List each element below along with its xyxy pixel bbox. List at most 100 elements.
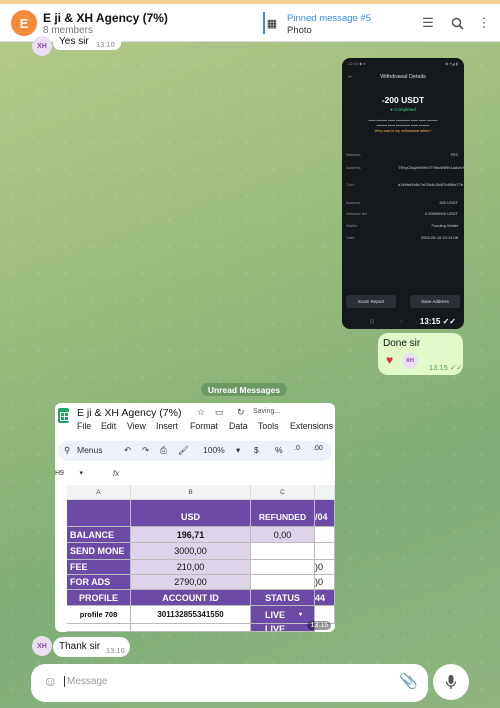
unread-messages-divider: Unread Messages — [201, 383, 287, 396]
detail-row: Amount 200 USDT — [346, 200, 458, 205]
attach-icon[interactable]: 📎 — [399, 672, 418, 690]
zoom-dropdown-icon: ▾ — [236, 445, 241, 455]
save-address-button: Save Address — [410, 295, 460, 308]
sheet-menu-item: Format — [190, 421, 218, 431]
sheet-menu-item: Insert — [156, 421, 179, 431]
row-label: FOR ADS — [67, 575, 131, 590]
emoji-icon[interactable]: ☺ — [43, 673, 57, 689]
sheet-title: E ji & XH Agency (7%) — [77, 407, 182, 419]
folder-icon: ▭ — [215, 407, 224, 417]
group-avatar[interactable]: E — [11, 10, 37, 36]
phone-nav-icon: ||| — [370, 319, 374, 325]
microphone-button[interactable] — [433, 664, 469, 700]
photo-time: 13:15 ✓✓ — [419, 317, 456, 326]
spreadsheet-screenshot[interactable]: E ji & XH Agency (7%) ☆ ▭ ↻ Saving... Fi… — [55, 403, 335, 632]
message-text: Done sir — [383, 338, 421, 349]
account-id-cell: 301132855341550 — [131, 606, 251, 624]
withdraw-note: ▬▬ ▬▬▬ ▬▬ ▬▬▬▬ ▬▬ ▬▬ ▬▬▬ ▬▬▬ ▬▬ ▬▬▬▬ ▬▬ ▬… — [368, 118, 438, 127]
sheet-cell — [251, 575, 315, 590]
phone-title: Withdrawal Details — [380, 74, 426, 80]
percent-icon: % — [275, 445, 283, 455]
fee-value: 210,00 — [131, 560, 251, 575]
message-time: 13:16 — [106, 646, 125, 655]
column-header: B — [131, 485, 251, 500]
detail-row: Date 2025-05-16 10:14:08 — [346, 235, 458, 240]
sheet-cell: /04 — [315, 500, 335, 527]
search-icon[interactable] — [449, 15, 465, 31]
photo-time: 13:15 — [307, 621, 331, 630]
for-ads-value: 2790,00 — [131, 575, 251, 590]
status-chip: LIVE ▾ — [251, 606, 315, 624]
message-bubble[interactable]: Yes sir 13:10 — [53, 36, 121, 50]
column-header — [315, 485, 335, 500]
search-icon: ⚲ — [64, 445, 71, 455]
row-label: BALANCE — [67, 527, 131, 543]
sheet-menu-item: View — [127, 421, 146, 431]
sheet-menu-item: Edit — [101, 421, 117, 431]
message-bubble[interactable]: Thank sir 13:16 — [53, 637, 130, 657]
account-id-header: ACCOUNT ID — [131, 590, 251, 606]
redo-icon: ↷ — [142, 445, 150, 455]
detail-row: Wallet Funding Wallet — [346, 223, 458, 228]
row-label: FEE — [67, 560, 131, 575]
message-text: Thank sir — [59, 641, 101, 652]
detail-row: Network fee 0.00000000 USDT — [346, 211, 458, 216]
withdraw-amount: -200 USDT — [381, 95, 425, 105]
pinned-list-icon[interactable]: ☰ — [420, 15, 436, 31]
column-header: C — [251, 485, 315, 500]
sheet-cell — [251, 560, 315, 575]
sheet-cell — [315, 527, 335, 543]
message-bubble-outgoing[interactable]: Done sir ♥ XH 13:15 ✓✓ — [378, 333, 463, 375]
heart-reaction-icon[interactable]: ♥ — [386, 353, 393, 367]
phone-nav-icon: ○ — [400, 319, 404, 325]
sheet-cell: )0 — [315, 575, 335, 590]
status-chip: LIVE — [251, 624, 315, 632]
withdrawal-screenshot[interactable]: 12:15 ◆ ● ◉ ▾◢ ▮ ← Withdrawal Details -20… — [342, 58, 464, 329]
sheet-cell — [315, 543, 335, 560]
scam-report-button: Scam Report — [346, 295, 396, 308]
sheet-cell — [251, 543, 315, 560]
message-time: 13:15 ✓✓ — [429, 363, 463, 372]
withdraw-status: ● Completed — [390, 107, 416, 112]
sheet-menu-item: File — [77, 421, 92, 431]
menus-search-label: Menus — [77, 445, 103, 455]
row-label: SEND MONE — [67, 543, 131, 560]
paint-format-icon: 🖌 — [178, 445, 189, 455]
message-time: 13:10 — [96, 40, 115, 49]
sheets-logo-icon — [58, 408, 69, 423]
sheet-toolbar: ⚲ Menus ↶ ↷ ⎙ 🖌 100% ▾ $ % .0 .00 — [58, 441, 332, 461]
message-input[interactable]: Message — [64, 676, 108, 687]
profile-cell: profile 708 — [67, 606, 131, 624]
sheet-menu-item: Tools — [258, 421, 279, 431]
balance-value: 196,71 — [131, 527, 251, 543]
phone-status-bar: 12:15 ◆ ● ◉ ▾◢ ▮ — [348, 61, 458, 66]
zoom-level: 100% — [203, 445, 225, 455]
detail-row: Network TRX — [346, 152, 458, 157]
pinned-photo-icon[interactable]: ▦ — [263, 12, 277, 34]
pinned-message-subtitle[interactable]: Photo — [287, 25, 312, 36]
status-header: STATUS — [251, 590, 315, 606]
detail-row: Txid a1fd9ef4b8c7e02d4c3b4f7b896e77e — [346, 182, 464, 187]
sheet-cell: )0 — [315, 560, 335, 575]
sender-avatar[interactable]: XH — [32, 636, 52, 656]
usd-header: USD — [131, 500, 251, 527]
column-header: A — [67, 485, 131, 500]
sheet-cell: 44 — [315, 590, 335, 606]
send-money-value: 3000,00 — [131, 543, 251, 560]
decrease-decimal-icon: .0 — [294, 445, 300, 452]
sheet-cell — [131, 624, 251, 632]
message-composer[interactable]: ☺ Message 📎 — [31, 664, 428, 702]
withdraw-help-link: Why was'nt my withdrawal fallen? — [374, 129, 432, 133]
chat-title[interactable]: E ji & XH Agency (7%) — [43, 11, 168, 25]
sender-avatar[interactable]: XH — [32, 36, 52, 56]
more-menu-icon[interactable]: ⋮ — [476, 15, 492, 31]
refunded-header: REFUNDED — [251, 500, 315, 527]
cell-reference: H9 ▾ — [55, 470, 84, 477]
sync-icon: ↻ — [237, 407, 245, 417]
pinned-message-title[interactable]: Pinned message #5 — [287, 13, 371, 24]
microphone-icon — [445, 675, 457, 689]
refunded-value: 0,00 — [251, 527, 315, 543]
sheet-menu-item: Data — [229, 421, 248, 431]
increase-decimal-icon: .00 — [313, 445, 323, 452]
message-text: Yes sir — [59, 36, 89, 47]
